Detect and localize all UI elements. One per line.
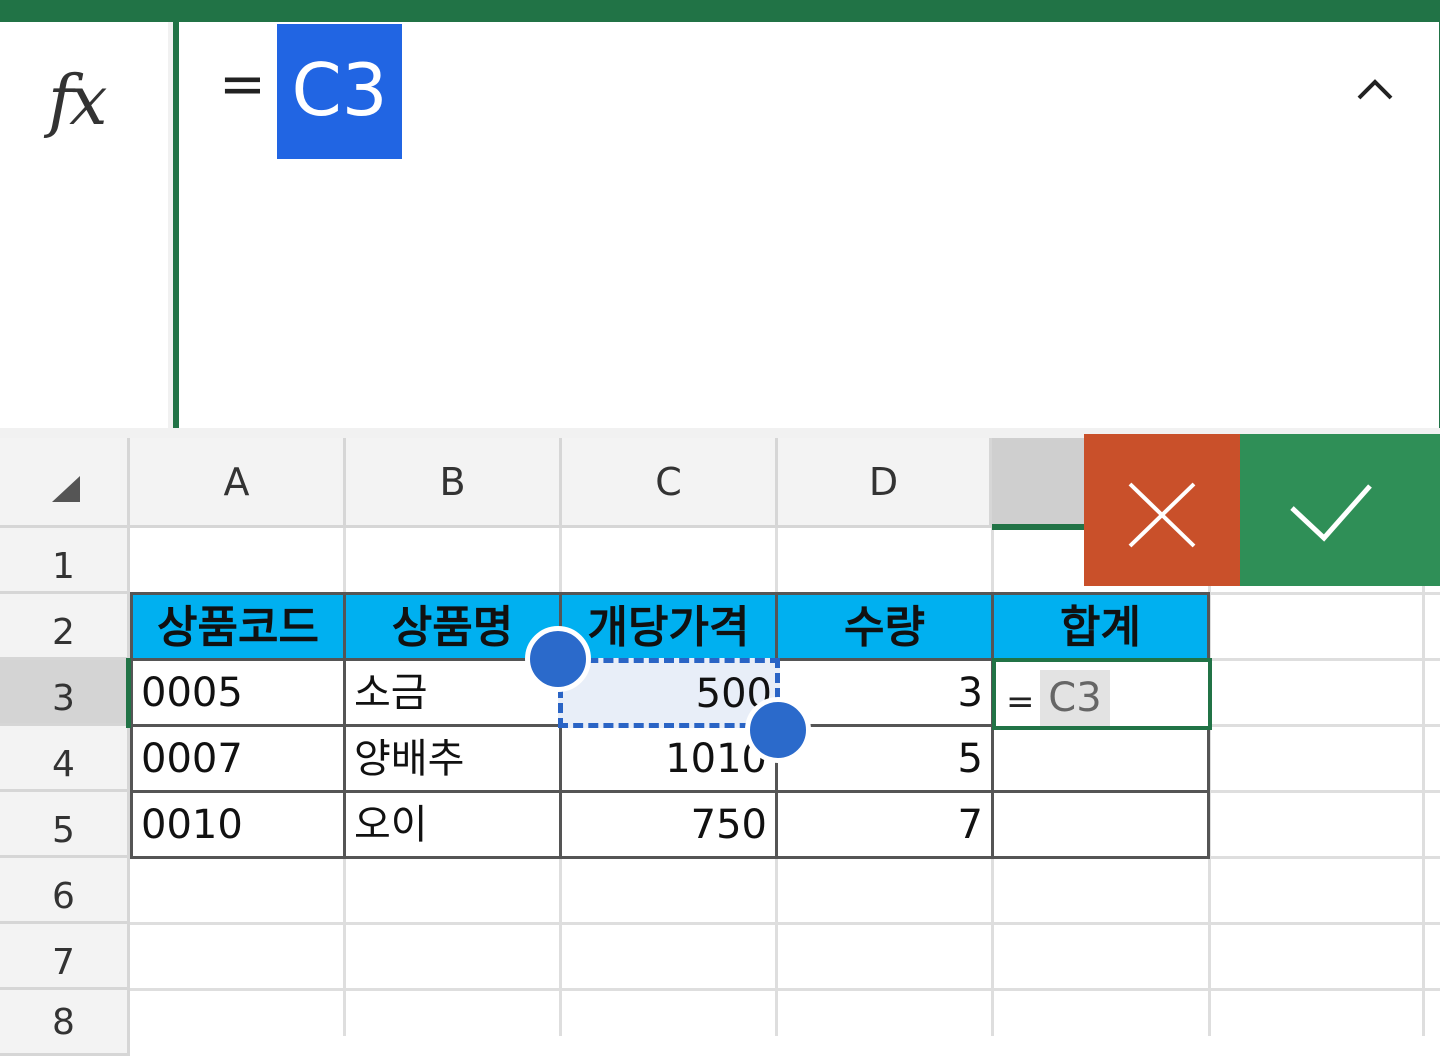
table-cell[interactable]: 오이	[343, 790, 562, 859]
gridline	[1210, 856, 1440, 859]
table-cell[interactable]: 750	[559, 790, 778, 859]
enter-button[interactable]	[1240, 434, 1440, 586]
row-header-3[interactable]: 3	[0, 660, 130, 726]
range-handle-bottom-right[interactable]	[745, 697, 811, 763]
row-header-8[interactable]: 8	[0, 990, 130, 1056]
row-header-4[interactable]: 4	[0, 726, 130, 792]
formula-reference[interactable]: C3	[277, 24, 402, 159]
table-header-cell[interactable]: 합계	[991, 592, 1210, 661]
table-cell[interactable]: 0010	[130, 790, 346, 859]
select-all-icon	[52, 476, 80, 502]
column-header-b[interactable]: B	[346, 438, 562, 528]
column-header-d[interactable]: D	[778, 438, 992, 528]
gridline	[775, 528, 778, 594]
checkmark-icon	[1290, 484, 1372, 542]
formula-input[interactable]: = C3	[173, 16, 1440, 436]
row-header-2[interactable]: 2	[0, 594, 130, 660]
formula-equals: =	[219, 52, 266, 117]
gridline	[991, 858, 994, 1036]
gridline	[559, 528, 562, 594]
gridline	[343, 858, 346, 1036]
gridline	[343, 528, 346, 594]
fx-icon: fx	[48, 62, 107, 141]
column-header-c[interactable]: C	[562, 438, 778, 528]
table-cell[interactable]	[991, 724, 1210, 793]
active-edit-cell[interactable]: = C3	[992, 658, 1212, 730]
chevron-up-icon[interactable]	[1355, 74, 1395, 104]
row-header-5[interactable]: 5	[0, 792, 130, 858]
range-handle-top-left[interactable]	[525, 626, 591, 692]
gridline	[1210, 724, 1440, 727]
cancel-button[interactable]	[1084, 434, 1240, 586]
gridline	[1422, 586, 1425, 1036]
edit-equals: =	[1006, 682, 1035, 722]
table-cell[interactable]: 7	[775, 790, 994, 859]
column-header-e[interactable]	[992, 438, 1084, 530]
row-header-6[interactable]: 6	[0, 858, 130, 924]
gridline	[775, 858, 778, 1036]
table-header-cell[interactable]: 개당가격	[559, 592, 778, 661]
gridline	[130, 922, 1440, 925]
reference-range-value: 500	[695, 671, 772, 717]
gridline	[130, 988, 1440, 991]
gridline	[559, 858, 562, 1036]
table-cell[interactable]: 0007	[130, 724, 346, 793]
edit-reference: C3	[1040, 670, 1110, 726]
active-row-indicator	[126, 658, 131, 728]
gridline	[1210, 790, 1440, 793]
close-icon	[1128, 482, 1196, 548]
fx-panel: fx	[0, 22, 174, 428]
table-header-cell[interactable]: 상품코드	[130, 592, 346, 661]
table-header-cell[interactable]: 수량	[775, 592, 994, 661]
gridline	[1210, 658, 1440, 661]
row-header-1[interactable]: 1	[0, 528, 130, 594]
table-cell[interactable]	[991, 790, 1210, 859]
table-cell[interactable]: 0005	[130, 658, 346, 727]
column-header-a[interactable]: A	[130, 438, 346, 528]
table-cell[interactable]: 양배추	[343, 724, 562, 793]
gridline	[991, 528, 994, 594]
row-header-7[interactable]: 7	[0, 924, 130, 990]
